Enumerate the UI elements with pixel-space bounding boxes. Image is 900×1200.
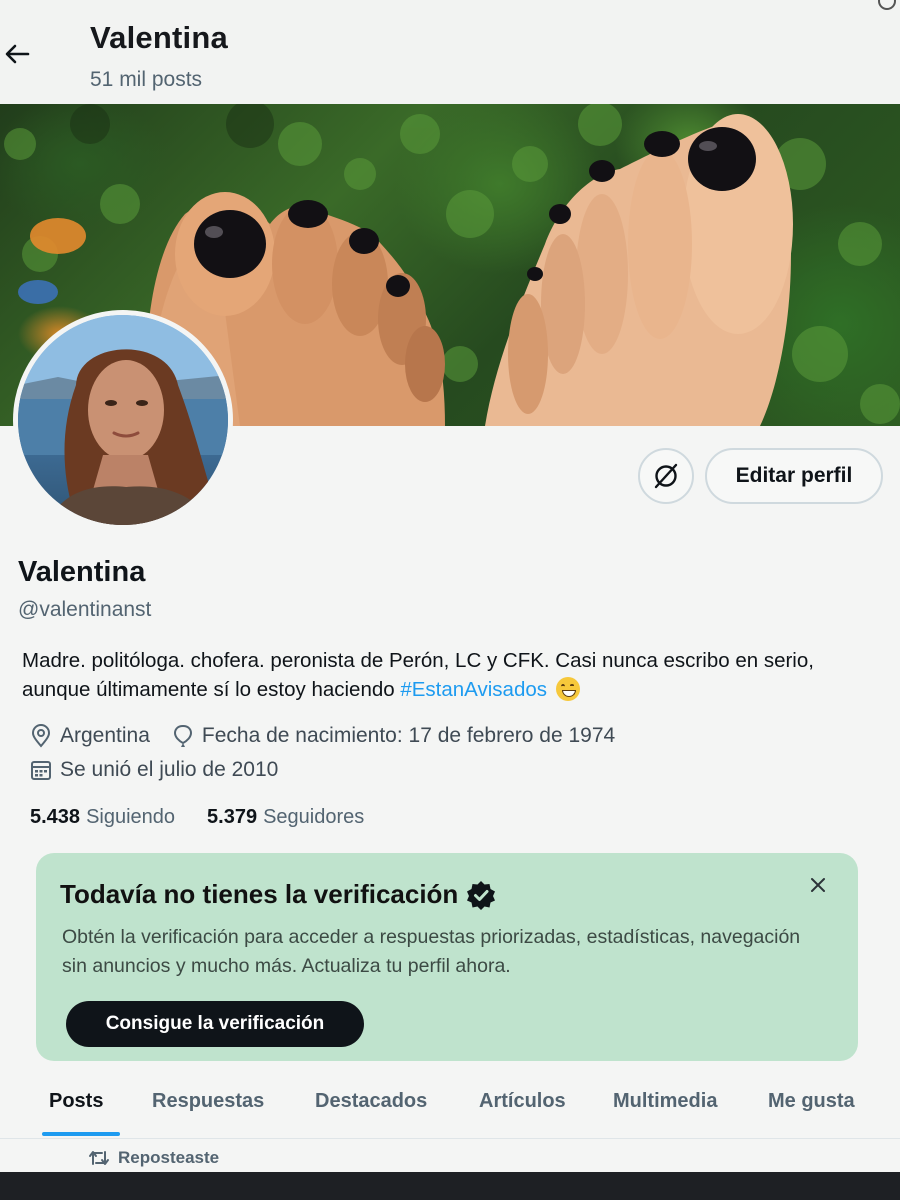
following-link[interactable]: 5.438 Siguiendo <box>30 806 175 829</box>
corner-circle-icon <box>878 0 896 10</box>
tab-posts[interactable]: Posts <box>49 1090 103 1113</box>
profile-name: Valentina <box>18 556 146 588</box>
profile-tabs: Posts Respuestas Destacados Artículos Mu… <box>0 1076 900 1136</box>
verification-prompt-card: Todavía no tienes la verificación Obtén … <box>36 853 858 1061</box>
profile-meta-row-1: Argentina Fecha de nacimiento: 17 de feb… <box>30 724 637 748</box>
repost-label: Reposteaste <box>118 1148 220 1167</box>
followers-count: 5.379 <box>207 806 258 828</box>
profile-bio: Madre. politóloga. chofera. peronista de… <box>22 646 882 704</box>
following-label: Siguiendo <box>86 806 176 828</box>
get-verified-button[interactable]: Consigue la verificación <box>66 1001 364 1047</box>
tab-highlights[interactable]: Destacados <box>315 1090 427 1113</box>
arrow-left-icon <box>5 44 30 64</box>
tab-media[interactable]: Multimedia <box>613 1090 717 1113</box>
followers-link[interactable]: 5.379 Seguidores <box>207 806 364 829</box>
followers-label: Seguidores <box>263 806 365 828</box>
edit-profile-button[interactable]: Editar perfil <box>705 448 883 504</box>
back-button[interactable] <box>2 36 32 72</box>
tab-replies[interactable]: Respuestas <box>152 1090 264 1113</box>
joined-text: Se unió el julio de 2010 <box>60 758 279 781</box>
profile-handle: @valentinanst <box>18 598 152 621</box>
verification-description: Obtén la verificación para acceder a res… <box>62 926 801 977</box>
header-posts-count: 51 mil posts <box>90 68 203 91</box>
close-icon <box>811 878 825 892</box>
profile-avatar[interactable] <box>13 310 233 530</box>
verified-badge-icon <box>467 880 496 910</box>
calendar-icon <box>31 761 51 780</box>
tab-likes[interactable]: Me gusta <box>768 1090 855 1113</box>
balloon-icon <box>173 724 192 747</box>
profile-header-bar: Valentina 51 mil posts <box>0 0 900 104</box>
profile-meta-row-2: Se unió el julio de 2010 <box>30 758 300 782</box>
header-title: Valentina <box>90 20 228 55</box>
avatar-image <box>18 315 228 525</box>
bio-hashtag-link[interactable]: #EstanAvisados <box>400 678 547 701</box>
repost-context: Reposteaste <box>88 1148 219 1168</box>
top-corner-fragment <box>810 0 900 12</box>
location-text: Argentina <box>60 724 150 747</box>
avatar-photo <box>18 315 228 525</box>
grinning-face-icon <box>555 677 580 701</box>
close-verification-button[interactable] <box>806 873 830 897</box>
grok-button[interactable] <box>638 448 694 504</box>
birthdate-text: Fecha de nacimiento: 17 de febrero de 19… <box>201 724 616 747</box>
verification-title: Todavía no tienes la verificación <box>60 879 459 909</box>
birthdate-item: Fecha de nacimiento: 17 de febrero de 19… <box>172 724 615 748</box>
active-tab-indicator <box>42 1132 120 1136</box>
joined-item: Se unió el julio de 2010 <box>30 758 278 782</box>
follow-stats: 5.438 Siguiendo 5.379 Seguidores <box>30 806 396 829</box>
location-pin-icon <box>31 724 51 748</box>
screen: Valentina 51 mil posts Editar perfil Val… <box>0 0 900 1172</box>
circle-slash-icon <box>654 463 678 489</box>
location-item: Argentina <box>30 724 150 748</box>
verification-title-row: Todavía no tienes la verificación <box>60 879 496 910</box>
tabs-divider <box>0 1138 900 1139</box>
tab-articles[interactable]: Artículos <box>479 1090 566 1113</box>
repost-icon <box>89 1151 109 1165</box>
following-count: 5.438 <box>30 806 81 828</box>
